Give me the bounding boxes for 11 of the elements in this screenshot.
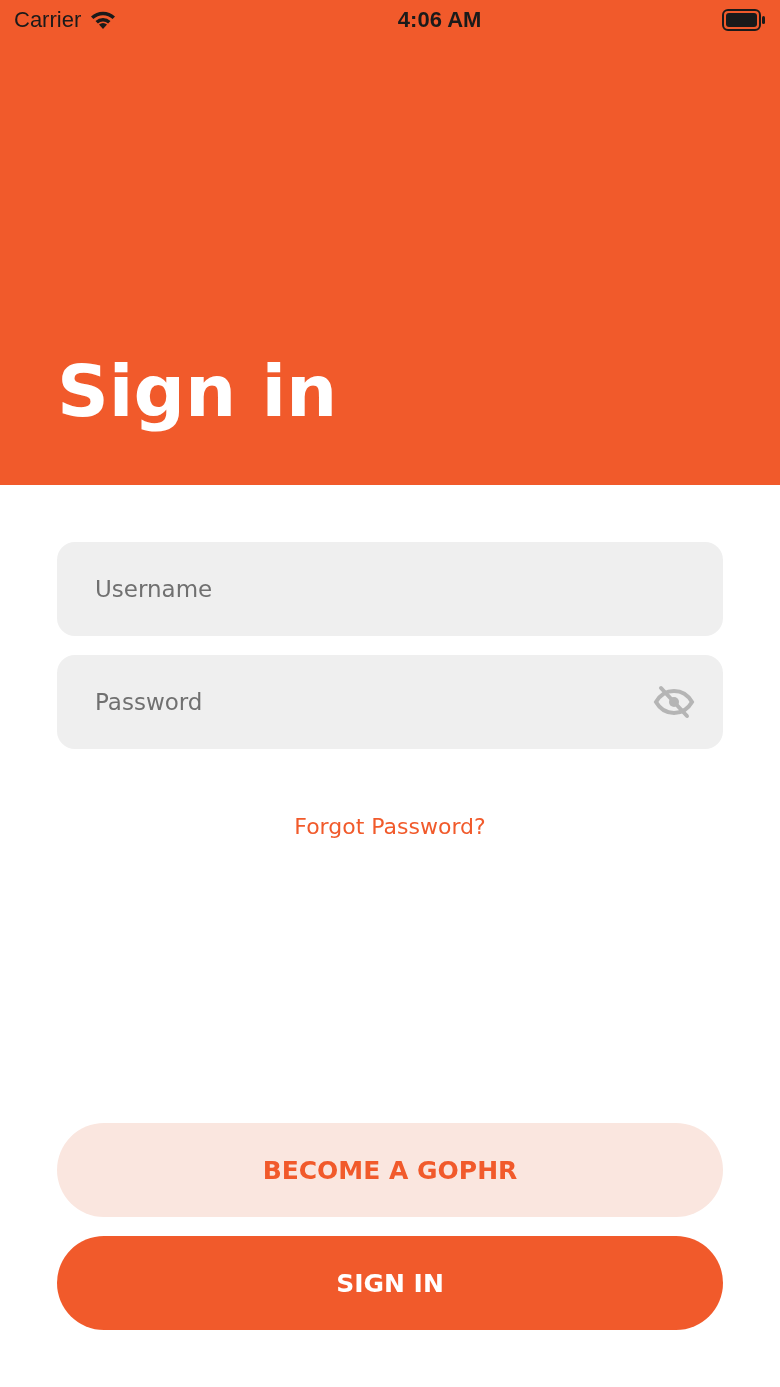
- wifi-icon: [89, 10, 118, 30]
- password-field[interactable]: Password: [57, 655, 723, 749]
- username-field[interactable]: Username: [57, 542, 723, 636]
- battery-icon: [722, 9, 766, 31]
- become-gophr-button[interactable]: BECOME A GOPHR: [57, 1123, 723, 1217]
- sign-in-button[interactable]: SIGN IN: [57, 1236, 723, 1330]
- clock-time: 4:06 AM: [397, 7, 482, 33]
- carrier-label: Carrier: [14, 7, 82, 33]
- forgot-password-link[interactable]: Forgot Password?: [294, 814, 486, 839]
- hidden-eye-icon[interactable]: [653, 685, 695, 719]
- page-title: Sign in: [57, 348, 338, 435]
